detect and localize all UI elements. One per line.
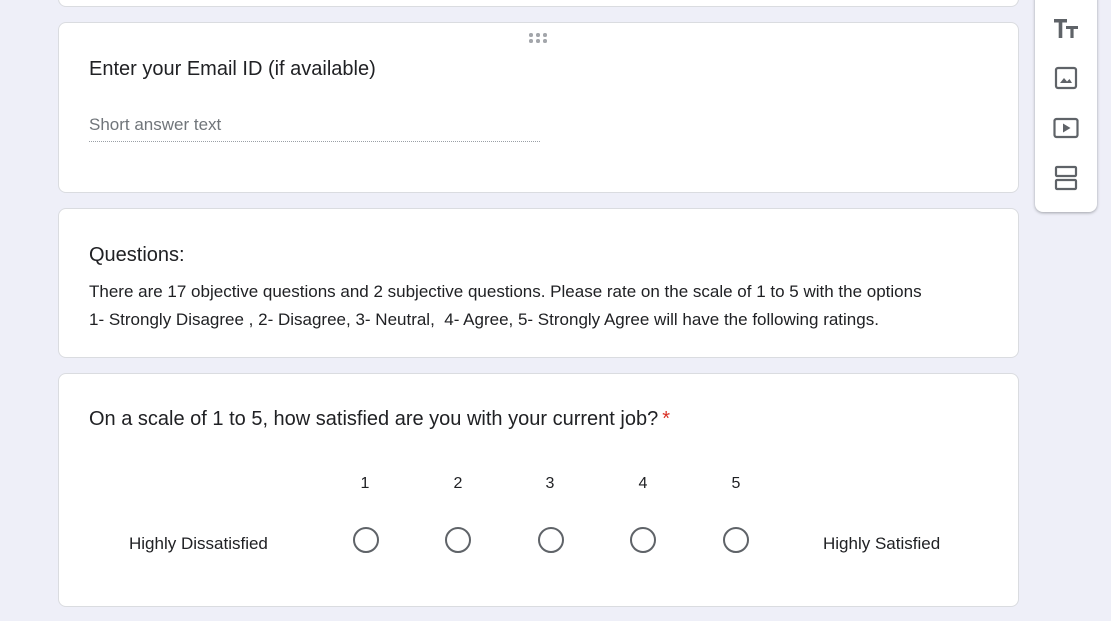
description-line: 1- Strongly Disagree , 2- Disagree, 3- N…: [89, 310, 879, 329]
scale-high-label: Highly Satisfied: [823, 534, 941, 553]
image-icon: [1054, 66, 1078, 90]
scale-number: 1: [360, 475, 370, 492]
description-line: There are 17 objective questions and 2 s…: [89, 282, 922, 301]
previous-question-card[interactable]: [58, 0, 1019, 7]
scale-radio-2[interactable]: [445, 527, 471, 553]
scale-number: 2: [453, 475, 463, 492]
section-description: There are 17 objective questions and 2 s…: [89, 278, 999, 334]
scale-radio-4[interactable]: [630, 527, 656, 553]
question-title-text: On a scale of 1 to 5, how satisfied are …: [89, 408, 659, 430]
scale-radio-1[interactable]: [353, 527, 379, 553]
video-icon: [1053, 117, 1079, 139]
title-icon: [1054, 19, 1078, 38]
section-icon: [1054, 165, 1078, 191]
short-answer-placeholder: Short answer text: [89, 115, 540, 142]
required-asterisk: *: [662, 408, 670, 430]
drag-handle-icon[interactable]: [529, 33, 551, 45]
scale-radio-3[interactable]: [538, 527, 564, 553]
add-video-button[interactable]: [1051, 113, 1081, 143]
add-section-button[interactable]: [1051, 163, 1081, 193]
section-title: Questions:: [89, 244, 185, 266]
scale-number: 5: [731, 475, 741, 492]
scale-low-label: Highly Dissatisfied: [129, 534, 268, 553]
question-title: On a scale of 1 to 5, how satisfied are …: [89, 408, 670, 431]
questions-description-card[interactable]: Questions: There are 17 objective questi…: [58, 208, 1019, 358]
linear-scale-question-card[interactable]: On a scale of 1 to 5, how satisfied are …: [58, 373, 1019, 607]
scale-number: 3: [545, 475, 555, 492]
scale-radio-5[interactable]: [723, 527, 749, 553]
email-question-card[interactable]: Enter your Email ID (if available) Short…: [58, 22, 1019, 193]
add-image-button[interactable]: [1051, 63, 1081, 93]
scale-number: 4: [638, 475, 648, 492]
add-title-button[interactable]: [1051, 13, 1081, 43]
floating-toolbar: [1035, 0, 1097, 212]
question-title: Enter your Email ID (if available): [89, 58, 376, 80]
